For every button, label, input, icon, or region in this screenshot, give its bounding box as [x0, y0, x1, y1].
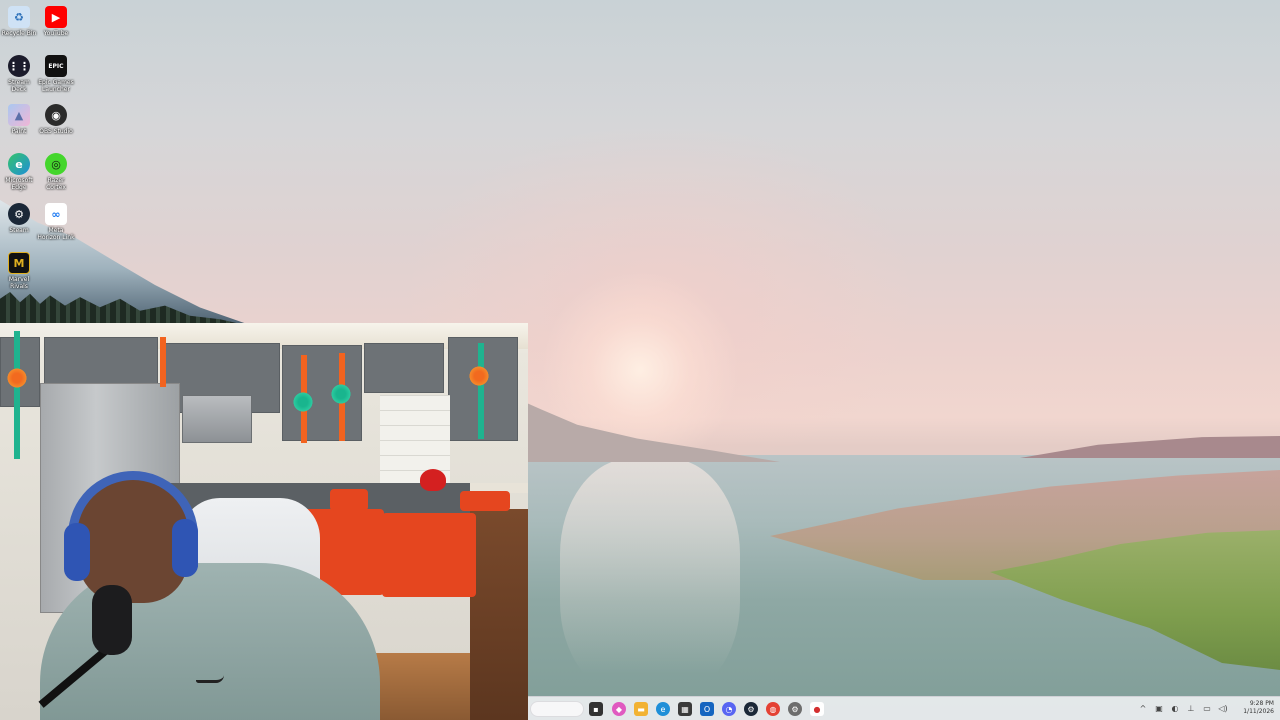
- desktop-icon-paint[interactable]: ▲ Paint: [0, 104, 38, 135]
- desktop-icon-razer-cortex[interactable]: ◎ Razer Cortex: [37, 153, 75, 191]
- far-hill-right: [1020, 436, 1280, 458]
- desktop-icon-meta-horizon-link[interactable]: ∞ Meta Horizon Link: [37, 203, 75, 241]
- webcam-santa-hat: [420, 469, 446, 491]
- file-explorer-icon[interactable]: ▪: [589, 702, 603, 716]
- webcam-ribbon: [160, 337, 166, 387]
- outlook-icon[interactable]: O: [700, 702, 714, 716]
- webcam-christmas-chair-cover: [382, 513, 476, 597]
- desktop-icon-label: OBS Studio: [39, 128, 73, 135]
- desktop-icon-label: Paint: [11, 128, 27, 135]
- desktop-icon-stream-deck[interactable]: ⋮⋮ Stream Deck: [0, 55, 38, 93]
- webcam-table: [470, 509, 528, 720]
- edge-icon: e: [8, 153, 30, 175]
- webcam-hoodie-logo: [196, 675, 224, 683]
- webcam-ribbon: [478, 343, 484, 439]
- desktop-icon-marvel-rivals[interactable]: M Marvel Rivals: [0, 252, 38, 290]
- volume-icon[interactable]: ◁): [1216, 703, 1230, 715]
- desktop-icon-edge[interactable]: e Microsoft Edge: [0, 153, 38, 191]
- steam-icon: ⚙: [8, 203, 30, 225]
- steam-icon[interactable]: ⚙: [744, 702, 758, 716]
- tray-app-2-icon[interactable]: ◐: [1170, 703, 1180, 715]
- desktop-icon-label: Recycle Bin: [1, 30, 37, 37]
- desktop-icon-label: Steam: [9, 227, 29, 234]
- webcam-ribbon: [14, 331, 20, 459]
- webcam-headphone-earcup: [64, 523, 90, 581]
- desktop-icon-youtube[interactable]: ▶ YouTube: [37, 6, 75, 37]
- recycle-bin-icon: ♻: [8, 6, 30, 28]
- webcam-christmas-chair-cover: [330, 489, 368, 511]
- clock-date: 1/11/2026: [1243, 708, 1274, 715]
- desktop-icon-label: Epic Games Launcher: [38, 79, 74, 93]
- webcam-microphone: [92, 585, 132, 655]
- settings-icon[interactable]: ⚙: [788, 702, 802, 716]
- youtube-icon: ▶: [45, 6, 67, 28]
- edge-icon[interactable]: e: [656, 702, 670, 716]
- usb-icon[interactable]: ⊥: [1186, 703, 1196, 715]
- taskbar: ▪ ◆ ▬ e ▦ O ◔ ⚙ ◍ ⚙ ● ^ ▣ ◐ ⊥ ▭ ◁) 9:28 …: [528, 696, 1280, 720]
- webcam-bow: [468, 365, 490, 387]
- desktop-icon-label: Razer Cortex: [46, 177, 66, 191]
- discord-icon[interactable]: ◔: [722, 702, 736, 716]
- webcam-bow: [6, 367, 28, 389]
- epic-games-icon: EPIC: [45, 55, 67, 77]
- calculator-icon[interactable]: ▦: [678, 702, 692, 716]
- razer-cortex-icon: ◎: [45, 153, 67, 175]
- webcam-microwave: [182, 395, 252, 443]
- marvel-rivals-icon: M: [8, 252, 30, 274]
- desktop-icon-epic-games[interactable]: EPIC Epic Games Launcher: [37, 55, 75, 93]
- obs-studio-icon: ◉: [45, 104, 67, 126]
- stream-deck-icon: ⋮⋮: [8, 55, 30, 77]
- recording-app-icon[interactable]: ●: [810, 702, 824, 716]
- webcam-bow: [330, 383, 352, 405]
- desktop-icon-label: Meta Horizon Link: [37, 227, 75, 241]
- webcam-overlay: [0, 323, 528, 720]
- paint-icon: ▲: [8, 104, 30, 126]
- webcam-cabinet: [364, 343, 444, 393]
- desktop-icon-steam[interactable]: ⚙ Steam: [0, 203, 38, 234]
- sun-reflection: [560, 458, 740, 698]
- desktop-icon-label: Marvel Rivals: [8, 276, 30, 290]
- copilot-icon[interactable]: ◆: [612, 702, 626, 716]
- meta-icon: ∞: [45, 203, 67, 225]
- folder-icon[interactable]: ▬: [634, 702, 648, 716]
- tray-app-1-icon[interactable]: ▣: [1154, 703, 1164, 715]
- show-hidden-icons-chevron-icon[interactable]: ^: [1138, 703, 1148, 715]
- desktop-icon-label: YouTube: [43, 30, 69, 37]
- clock-time: 9:28 PM: [1249, 700, 1274, 707]
- webcam-headphone-earcup: [172, 519, 198, 577]
- desktop-icon-obs-studio[interactable]: ◉ OBS Studio: [37, 104, 75, 135]
- desktop-icon-label: Stream Deck: [8, 79, 30, 93]
- taskbar-clock[interactable]: 9:28 PM 1/11/2026: [1234, 700, 1274, 716]
- desktop-icon-label: Microsoft Edge: [5, 177, 33, 191]
- webcam-bow: [292, 391, 314, 413]
- desktop-icon-recycle-bin[interactable]: ♻ Recycle Bin: [0, 6, 38, 37]
- taskbar-search-box[interactable]: [530, 701, 584, 717]
- network-icon[interactable]: ▭: [1202, 703, 1212, 715]
- chrome-icon[interactable]: ◍: [766, 702, 780, 716]
- webcam-christmas-chair-cover: [460, 491, 510, 511]
